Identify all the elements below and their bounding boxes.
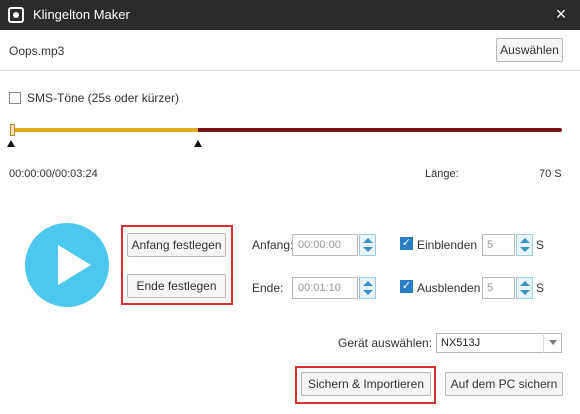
end-time-input[interactable]: 00:01:10 bbox=[292, 277, 358, 299]
length-value: 70 S bbox=[539, 168, 562, 180]
time-position: 00:00:00/00:03:24 bbox=[9, 168, 98, 180]
close-icon[interactable]: × bbox=[552, 5, 570, 23]
chevron-down-icon[interactable] bbox=[543, 333, 562, 353]
end-label: Ende: bbox=[252, 281, 284, 295]
save-import-button[interactable]: Sichern & Importieren bbox=[301, 372, 431, 396]
length-label: Länge: bbox=[425, 168, 459, 180]
divider bbox=[0, 70, 580, 71]
device-label: Gerät auswählen: bbox=[338, 336, 433, 350]
start-marker[interactable] bbox=[7, 140, 15, 147]
sms-checkbox[interactable] bbox=[9, 92, 21, 104]
phone-app-icon bbox=[8, 7, 24, 23]
fade-in-checkbox[interactable]: ✓ bbox=[400, 237, 413, 250]
fade-in-unit: S bbox=[536, 238, 545, 252]
end-marker[interactable] bbox=[194, 140, 203, 147]
file-name: Oops.mp3 bbox=[9, 44, 65, 58]
title-bar: Klingelton Maker × bbox=[0, 0, 580, 30]
play-icon[interactable] bbox=[25, 223, 109, 307]
sms-label: SMS-Töne (25s oder kürzer) bbox=[27, 91, 180, 105]
set-start-button[interactable]: Anfang festlegen bbox=[127, 233, 226, 257]
timeline-selection bbox=[11, 128, 199, 132]
window-title: Klingelton Maker bbox=[33, 7, 130, 22]
fade-in-stepper[interactable] bbox=[516, 234, 533, 256]
playhead-handle[interactable] bbox=[10, 124, 15, 136]
set-end-button[interactable]: Ende festlegen bbox=[127, 274, 226, 298]
fade-out-stepper[interactable] bbox=[516, 277, 533, 299]
start-time-input[interactable]: 00:00:00 bbox=[292, 234, 358, 256]
fade-out-input[interactable]: 5 bbox=[482, 277, 515, 299]
start-label: Anfang: bbox=[252, 238, 294, 252]
save-pc-button[interactable]: Auf dem PC sichern bbox=[445, 372, 563, 396]
fade-out-unit: S bbox=[536, 281, 545, 295]
fade-out-label: Ausblenden bbox=[417, 281, 481, 295]
select-file-button[interactable]: Auswählen bbox=[496, 38, 563, 62]
fade-in-input[interactable]: 5 bbox=[482, 234, 515, 256]
start-time-stepper[interactable] bbox=[359, 234, 376, 256]
end-time-stepper[interactable] bbox=[359, 277, 376, 299]
fade-in-label: Einblenden bbox=[417, 238, 478, 252]
fade-out-checkbox[interactable]: ✓ bbox=[400, 280, 413, 293]
